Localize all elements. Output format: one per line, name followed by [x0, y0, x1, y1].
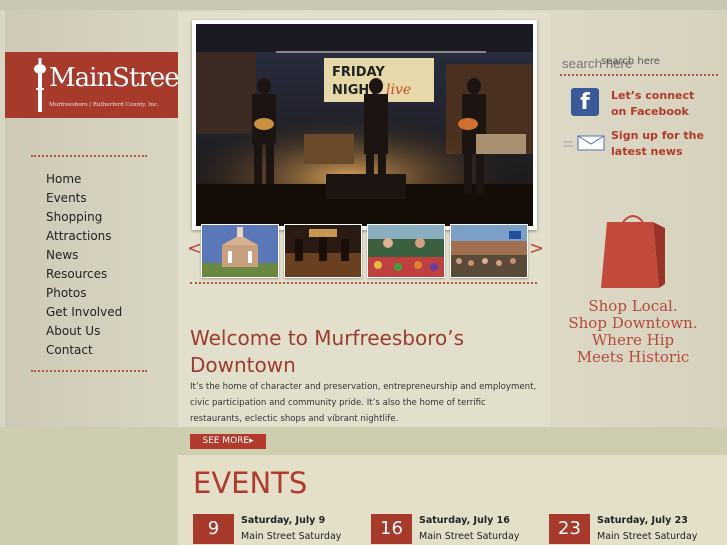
left-sidebar: MainStreet Murfreesboro / Rutherford Cou…	[5, 12, 189, 427]
thumbnail-crowd[interactable]	[450, 224, 528, 278]
facebook-icon[interactable]: f	[571, 88, 599, 116]
nav-shopping[interactable]: Shopping	[46, 208, 122, 227]
logo-subtitle: Murfreesboro / Rutherford County, Inc.	[49, 102, 159, 108]
nav-news[interactable]: News	[46, 246, 122, 265]
event-name[interactable]: Main Street Saturday	[241, 531, 341, 542]
nav-attractions[interactable]: Attractions	[46, 227, 122, 246]
event-name[interactable]: Main Street Saturday	[419, 531, 519, 542]
thumbnail-market[interactable]	[367, 224, 445, 278]
divider	[31, 370, 147, 372]
svg-text:FRIDAY: FRIDAY	[332, 65, 385, 80]
thumbnail-band[interactable]	[284, 224, 362, 278]
intro-paragraph: It’s the home of character and preservat…	[190, 382, 537, 424]
nav-about-us[interactable]: About Us	[46, 322, 122, 341]
event-day: Saturday, July 23	[597, 515, 688, 526]
nav-photos[interactable]: Photos	[46, 284, 122, 303]
hero-section: FRIDAY NIGHT live < > Welcome to Murfree…	[178, 12, 550, 427]
top-strip	[0, 0, 727, 10]
divider	[190, 282, 537, 284]
nav-events[interactable]: Events	[46, 189, 122, 208]
newsletter-signup-link[interactable]: Sign up for the latest news	[611, 128, 711, 160]
next-arrow[interactable]: >	[529, 238, 544, 259]
see-more-button[interactable]: SEE MORE▸	[190, 434, 266, 449]
event-date-badge[interactable]: 23	[549, 514, 590, 544]
logo-title: MainStreet	[49, 63, 189, 93]
hero-photo-frame: FRIDAY NIGHT live	[192, 20, 537, 230]
event-day: Saturday, July 9	[241, 515, 326, 526]
nav-resources[interactable]: Resources	[46, 265, 122, 284]
event-name[interactable]: Main Street Saturday	[597, 531, 697, 542]
divider	[560, 74, 718, 76]
search-placeholder-text: search here	[601, 56, 660, 67]
hero-photo-concert[interactable]: FRIDAY NIGHT live	[196, 24, 533, 226]
prev-arrow[interactable]: <	[187, 238, 202, 259]
thumbnail-courthouse[interactable]	[201, 224, 279, 278]
mainstreet-logo[interactable]: MainStreet Murfreesboro / Rutherford Cou…	[5, 52, 189, 118]
concert-photo-art: FRIDAY NIGHT live	[196, 24, 533, 226]
right-sidebar: search here f Let’s connect on Facebook …	[550, 12, 727, 427]
svg-text:live: live	[386, 82, 411, 98]
shop-local-slogan: Shop Local. Shop Downtown. Where Hip Mee…	[568, 297, 698, 366]
main-nav: Home Events Shopping Attractions News Re…	[46, 170, 122, 360]
event-date-badge[interactable]: 16	[371, 514, 412, 544]
thumbnail-market-art	[368, 225, 444, 277]
thumbnail-courthouse-art	[202, 225, 278, 277]
shopping-bag-icon[interactable]	[601, 208, 665, 292]
events-heading: EVENTS	[193, 466, 308, 500]
facebook-link[interactable]: Let’s connect on Facebook	[611, 88, 711, 120]
event-date-badge[interactable]: 9	[193, 514, 234, 544]
welcome-heading: Welcome to Murfreesboro’s Downtown	[190, 326, 465, 377]
thumbnail-band-art	[285, 225, 361, 277]
nav-home[interactable]: Home	[46, 170, 122, 189]
nav-contact[interactable]: Contact	[46, 341, 122, 360]
thumbnail-crowd-art	[451, 225, 527, 277]
water-tower-icon	[34, 58, 46, 112]
event-day: Saturday, July 16	[419, 515, 510, 526]
nav-get-involved[interactable]: Get Involved	[46, 303, 122, 322]
divider	[31, 155, 147, 157]
mail-icon[interactable]	[564, 134, 608, 152]
